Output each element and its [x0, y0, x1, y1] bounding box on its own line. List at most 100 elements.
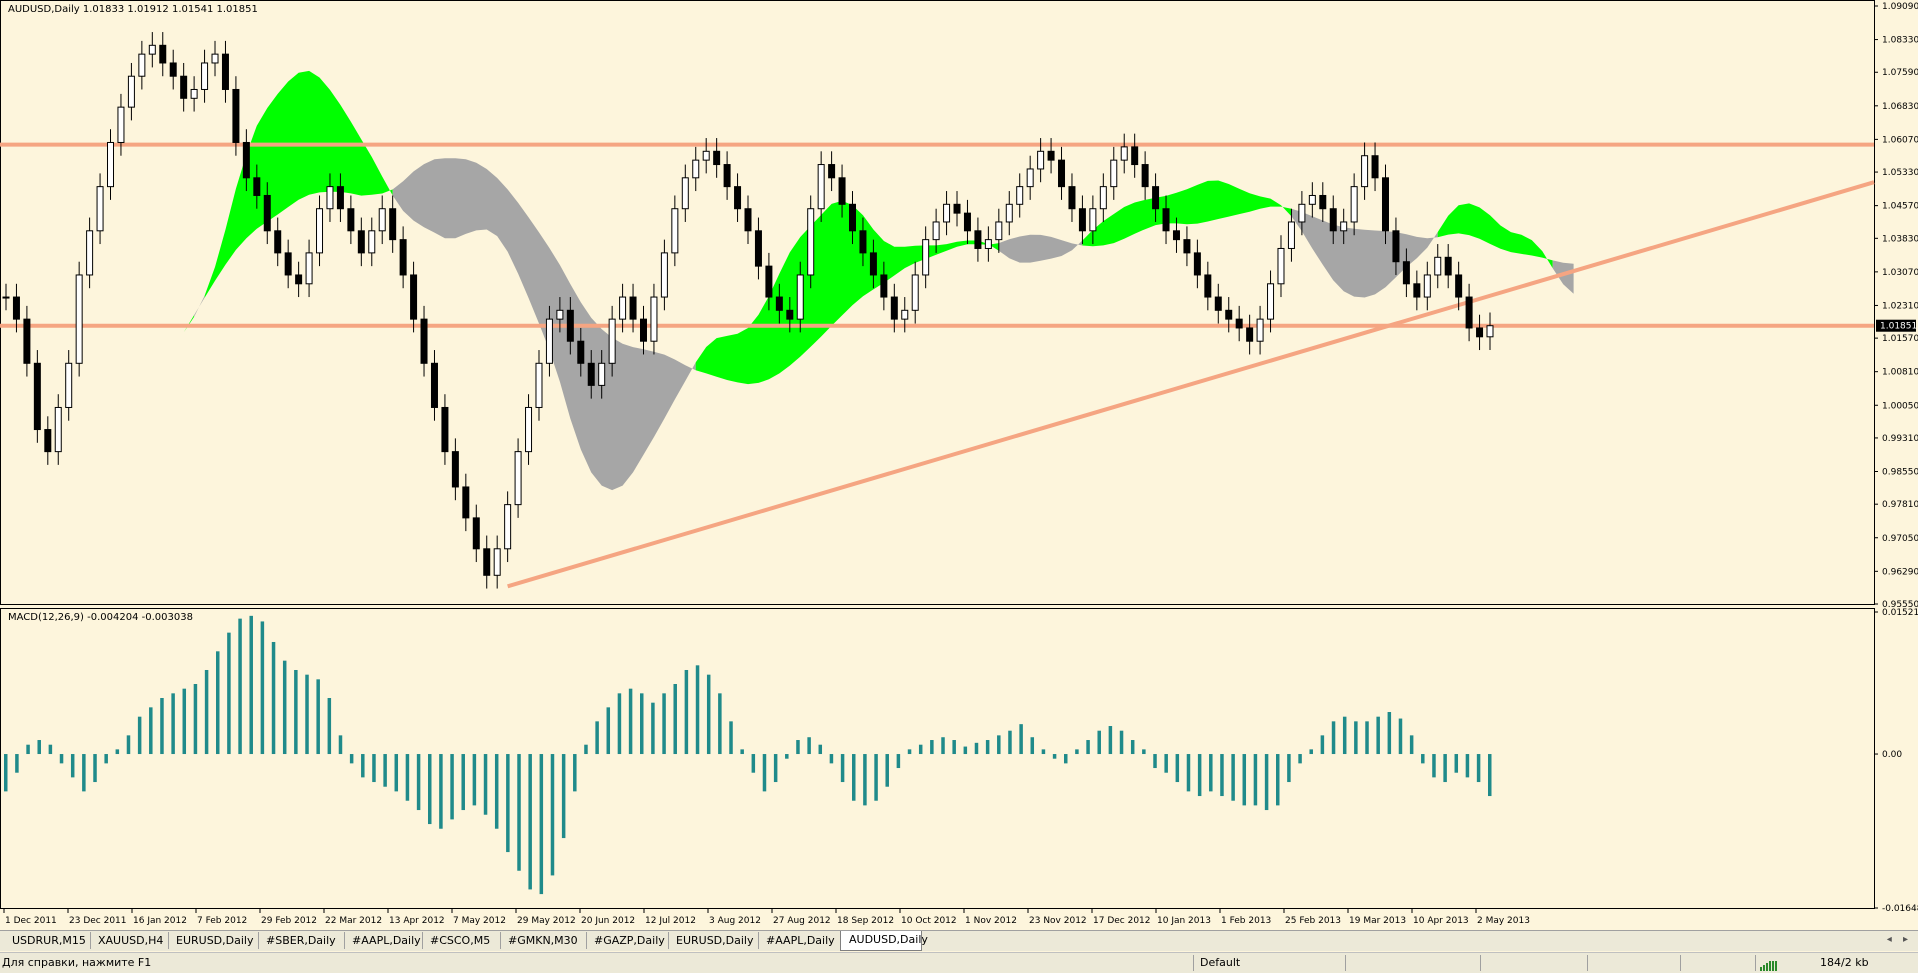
candle-body [1235, 318, 1243, 329]
candle-body [368, 230, 376, 254]
candle-body [1434, 256, 1442, 276]
y-tick-label: 0.98550 [1882, 468, 1918, 478]
candle-body [598, 362, 606, 386]
macd-bar [48, 744, 53, 755]
macd-bar [1052, 754, 1057, 759]
tab-eurusd-daily[interactable]: EURUSD,Daily [668, 932, 759, 949]
macd-bar [1197, 754, 1202, 797]
tab-usdrur-m15[interactable]: USDRUR,M15 [4, 932, 91, 949]
macd-bar [863, 754, 867, 806]
candle-body [180, 75, 188, 99]
candle-body [1037, 150, 1045, 170]
macd-bar [137, 716, 142, 755]
candle-body [148, 44, 156, 55]
macd-bar [1119, 730, 1124, 755]
macd-bar [494, 754, 499, 829]
macd-y-tick-label: 0.00 [1882, 750, 1902, 760]
macd-bar [785, 754, 789, 759]
y-tick-label: 1.01570 [1882, 334, 1918, 344]
macd-bar [651, 702, 655, 755]
macd-bar [461, 754, 465, 811]
candle-body [1361, 155, 1369, 188]
macd-bar [573, 754, 577, 792]
macd-bar [383, 754, 387, 787]
tab--sber-daily[interactable]: #SBER,Daily [258, 932, 345, 949]
candle-body [1350, 186, 1358, 223]
candle-body [1225, 309, 1233, 320]
tab--aapl-daily[interactable]: #AAPL,Daily [344, 932, 423, 949]
tab--gmkn-m30[interactable]: #GMKN,M30 [500, 932, 587, 949]
candle-body [932, 221, 940, 241]
macd-bar [907, 749, 912, 755]
y-tick-label: 0.97050 [1882, 534, 1918, 544]
macd-bar [584, 744, 588, 755]
macd-bar [372, 754, 376, 783]
tab-scroll-arrows-icon[interactable]: ◂ ▸ [1887, 934, 1912, 945]
candle-body [849, 203, 857, 232]
candle-body [514, 451, 522, 506]
macd-bar [640, 693, 644, 755]
candle-body [963, 212, 971, 232]
y-tick-label: 1.04570 [1882, 202, 1918, 212]
candle-body [1319, 194, 1327, 210]
candle-body [587, 362, 595, 386]
candle-body [1246, 327, 1254, 342]
macd-bar [37, 740, 41, 755]
candle-body [828, 164, 836, 179]
macd-bar [405, 754, 410, 801]
candle-body [221, 53, 229, 90]
macd-bar [1476, 754, 1481, 783]
macd-bar [82, 754, 86, 792]
macd-bar [1354, 721, 1358, 755]
macd-bar [985, 740, 990, 755]
candle-body [681, 177, 689, 210]
tab-audusd-daily[interactable]: AUDUSD,Daily [840, 931, 928, 951]
candle-body [1005, 203, 1013, 223]
macd-bar [294, 669, 298, 755]
tab--aapl-daily[interactable]: #AAPL,Daily [758, 932, 841, 949]
candle-body [880, 274, 888, 298]
candle-body [901, 309, 909, 320]
macd-bar [271, 641, 276, 755]
candle-body [483, 548, 491, 576]
candle-body [493, 548, 501, 576]
y-tick-label: 1.09090 [1882, 2, 1918, 12]
macd-bar [193, 684, 198, 755]
y-tick-label: 1.08330 [1882, 36, 1918, 46]
macd-bar [762, 754, 767, 792]
tab--csco-m5[interactable]: #CSCO,M5 [422, 932, 501, 949]
macd-bar [327, 698, 332, 755]
candle-body [890, 296, 898, 320]
x-tick-label: 16 Jan 2012 [133, 916, 187, 926]
tab-eurusd-daily[interactable]: EURUSD,Daily [168, 932, 259, 949]
macd-bar [316, 679, 320, 755]
candle-body [1026, 168, 1034, 188]
candle-body [138, 53, 146, 77]
candle-body [232, 88, 240, 143]
macd-bar [941, 737, 945, 755]
candle-body [734, 186, 742, 210]
tab-xauusd-h4[interactable]: XAUUSD,H4 [90, 932, 169, 949]
macd-bar [1298, 754, 1302, 764]
bear-cloud [998, 234, 1083, 263]
chart-window[interactable]: 1.09090 1.08330 1.07590 1.06830 1.06070 1.053… [0, 0, 1918, 932]
candle-body [1141, 164, 1149, 188]
candle-body [504, 504, 512, 550]
tab--gazp-daily[interactable]: #GAZP,Daily [586, 932, 669, 949]
x-tick-label: 1 Nov 2012 [965, 916, 1017, 926]
price-chart[interactable]: 1.09090 1.08330 1.07590 1.06830 1.06070 1.053… [0, 0, 1918, 932]
macd-bar [182, 688, 187, 755]
macd-bar [773, 754, 778, 783]
macd-bar [1064, 754, 1068, 764]
y-tick-label: 1.02310 [1882, 301, 1918, 311]
macd-bar [483, 754, 488, 815]
macd-bar [216, 651, 220, 755]
macd-bar [59, 754, 64, 764]
macd-bar [840, 754, 845, 783]
x-tick-label: 10 Oct 2012 [901, 916, 957, 926]
macd-bar [829, 754, 834, 764]
macd-bar [1164, 754, 1168, 773]
macd-bar [1421, 754, 1425, 764]
candle-body [23, 318, 31, 364]
macd-bar [818, 744, 823, 755]
